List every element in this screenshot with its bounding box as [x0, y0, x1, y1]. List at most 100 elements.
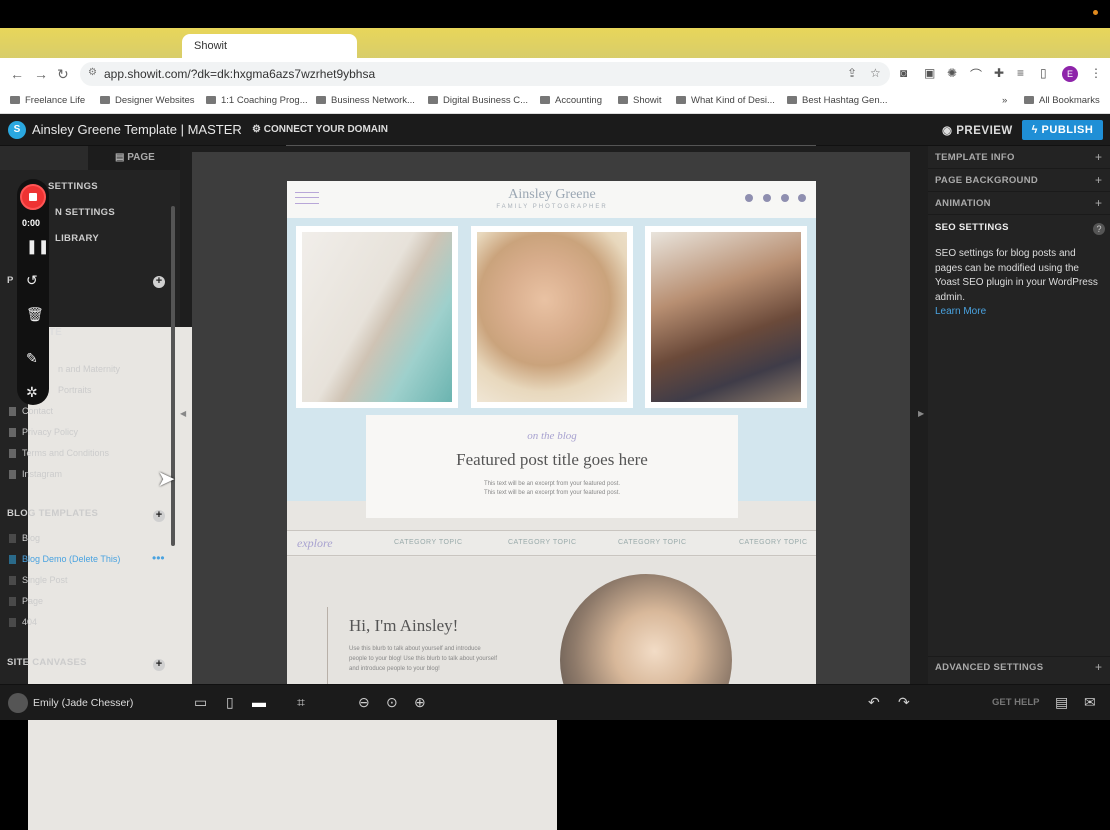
pen-icon[interactable]: ✎	[26, 350, 38, 367]
bookmark[interactable]: What Kind of Desi...	[676, 95, 775, 106]
template-info-heading[interactable]: TEMPLATE INFO	[935, 152, 1015, 163]
address-bar[interactable]: ⚙ app.showit.com/?dk=dk:hxgma6azs7wzrhet…	[80, 62, 890, 86]
category-link[interactable]: CATEGORY TOPIC	[394, 539, 463, 546]
bookmark[interactable]: Accounting	[540, 95, 602, 106]
seo-settings-heading[interactable]: SEO SETTINGS	[935, 222, 1009, 233]
zoom-in-icon[interactable]: ⊕	[414, 694, 426, 711]
instagram-icon[interactable]	[781, 194, 789, 202]
docs-icon[interactable]: ▤	[1055, 694, 1068, 711]
blog-template-item[interactable]: 404	[22, 617, 37, 627]
restart-icon[interactable]: ↺	[26, 272, 38, 289]
extension-icon[interactable]: ✺	[947, 66, 957, 80]
site-preview[interactable]: Ainsley Greene FAMILY PHOTOGRAPHER on th…	[287, 181, 816, 684]
crop-icon[interactable]: ⌗	[297, 694, 305, 711]
blog-template-item[interactable]: Single Post	[22, 575, 68, 585]
page-icon	[9, 407, 16, 416]
undo-icon[interactable]: ↶	[868, 694, 880, 711]
hamburger-menu-icon[interactable]	[295, 192, 319, 204]
bookmark[interactable]: Freelance Life	[10, 95, 85, 106]
preview-button[interactable]: ◉ PREVIEW	[942, 123, 1013, 137]
about-blurb: and introduce people to your blog!	[349, 666, 440, 672]
star-icon[interactable]: ☆	[870, 66, 881, 80]
extension-icon[interactable]: ▣	[924, 66, 935, 80]
forward-icon[interactable]: →	[34, 66, 48, 82]
back-icon[interactable]: ←	[10, 66, 24, 82]
add-blog-template-button[interactable]: +	[153, 510, 165, 522]
profile-avatar[interactable]: E	[1062, 66, 1078, 82]
featured-post-title: Featured post title goes here	[456, 450, 648, 469]
pinterest-icon[interactable]	[798, 194, 806, 202]
effects-icon[interactable]: ✲	[26, 384, 38, 401]
page-item[interactable]: n and Maternity	[58, 364, 120, 374]
desktop-view-icon[interactable]: ▬	[252, 694, 266, 710]
user-name[interactable]: Emily (Jade Chesser)	[33, 697, 133, 709]
bookmark[interactable]: 1:1 Coaching Prog...	[206, 95, 308, 106]
panel-scrollbar[interactable]	[171, 206, 175, 546]
bookmark[interactable]: Showit	[618, 95, 662, 106]
page-item[interactable]: Contact	[22, 406, 53, 416]
pause-icon[interactable]: ❚❚	[26, 238, 49, 255]
design-settings-row[interactable]: N SETTINGS	[55, 207, 115, 218]
expand-icon[interactable]: +	[1095, 196, 1102, 210]
bookmark[interactable]: Digital Business C...	[428, 95, 528, 106]
facebook-icon[interactable]	[763, 194, 771, 202]
redo-icon[interactable]: ↷	[898, 694, 910, 711]
category-link[interactable]: CATEGORY TOPIC	[618, 539, 687, 546]
blog-template-item-active[interactable]: Blog Demo (Delete This)	[22, 554, 120, 564]
category-link[interactable]: CATEGORY TOPIC	[739, 539, 808, 546]
site-brand: Ainsley Greene	[508, 187, 596, 202]
camera-icon[interactable]: ◙	[900, 66, 907, 80]
help-icon[interactable]: ?	[1093, 223, 1105, 235]
connect-domain-button[interactable]: ⚙ CONNECT YOUR DOMAIN	[252, 124, 388, 135]
page-item[interactable]: Terms and Conditions	[22, 448, 109, 458]
blog-template-item[interactable]: Page	[22, 596, 43, 606]
learn-more-link[interactable]: Learn More	[935, 306, 986, 317]
trash-icon[interactable]: 🗑	[26, 306, 44, 323]
menu-kebab-icon[interactable]: ⋮	[1090, 66, 1102, 80]
stop-recording-button[interactable]	[20, 184, 46, 210]
share-icon[interactable]: ⇪	[847, 66, 857, 80]
site-info-icon[interactable]: ⚙	[88, 67, 97, 78]
category-link[interactable]: CATEGORY TOPIC	[508, 539, 577, 546]
bookmark[interactable]: Best Hashtag Gen...	[787, 95, 888, 106]
mobile-view-icon[interactable]: ▯	[226, 694, 234, 711]
add-page-button[interactable]: +	[153, 276, 165, 288]
zoom-fit-icon[interactable]: ⊙	[386, 694, 398, 711]
settings-row[interactable]: SETTINGS	[48, 181, 98, 192]
user-avatar[interactable]	[8, 693, 28, 713]
reload-icon[interactable]: ↻	[57, 66, 69, 83]
page-icon	[9, 576, 16, 585]
add-canvas-button[interactable]: +	[153, 659, 165, 671]
puzzle-icon[interactable]: ✚	[994, 66, 1004, 80]
page-item[interactable]: Privacy Policy	[22, 427, 78, 437]
tablet-view-icon[interactable]: ▭	[194, 694, 207, 711]
bookmark[interactable]: Designer Websites	[100, 95, 195, 106]
more-bookmarks-icon[interactable]: »	[1002, 95, 1007, 106]
page-item[interactable]: Portraits	[58, 385, 92, 395]
chat-icon[interactable]: ✉	[1084, 694, 1096, 711]
page-background-heading[interactable]: PAGE BACKGROUND	[935, 175, 1038, 186]
more-options-icon[interactable]: •••	[152, 551, 165, 565]
featured-post-card[interactable]: on the blog Featured post title goes her…	[366, 415, 738, 518]
expand-icon[interactable]: +	[1095, 150, 1102, 164]
collapse-right-icon[interactable]: ▶	[918, 409, 924, 418]
expand-icon[interactable]: +	[1095, 660, 1102, 674]
bookmark[interactable]: All Bookmarks	[1024, 95, 1100, 106]
publish-button[interactable]: ϟ PUBLISH	[1022, 120, 1103, 140]
get-help-link[interactable]: GET HELP	[992, 697, 1040, 708]
library-row[interactable]: LIBRARY	[55, 233, 99, 244]
reading-list-icon[interactable]: ≡	[1017, 66, 1024, 80]
social-icon[interactable]	[745, 194, 753, 202]
tab-page[interactable]: ▤ PAGE	[115, 152, 155, 163]
advanced-settings-heading[interactable]: ADVANCED SETTINGS	[935, 662, 1043, 673]
blog-template-item[interactable]: Blog	[22, 533, 40, 543]
zoom-out-icon[interactable]: ⊖	[358, 694, 370, 711]
collapse-left-icon[interactable]: ◀	[180, 409, 186, 418]
bookmark[interactable]: Business Network...	[316, 95, 415, 106]
side-panel-icon[interactable]: ▯	[1040, 66, 1047, 80]
expand-icon[interactable]: +	[1095, 173, 1102, 187]
extension-icon[interactable]: ⌒	[970, 66, 982, 83]
page-item[interactable]: Instagram	[22, 469, 62, 479]
animation-heading[interactable]: ANIMATION	[935, 198, 991, 209]
browser-tab[interactable]: Showit	[182, 34, 357, 58]
